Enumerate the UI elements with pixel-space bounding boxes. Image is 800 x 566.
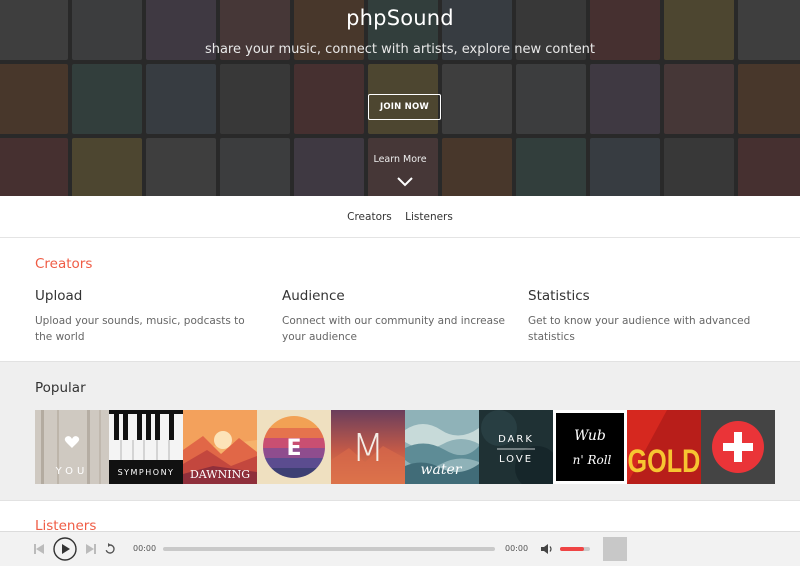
track-art-text: Wub (574, 428, 606, 444)
audio-player: 00:00 00:00 (0, 531, 800, 566)
popular-heading: Popular (35, 380, 86, 396)
learn-more-link[interactable]: Learn More (0, 154, 800, 165)
track-tile[interactable]: Wub n' Roll (553, 410, 627, 484)
site-title: phpSound (346, 6, 454, 30)
join-now-button[interactable]: JOIN NOW (368, 94, 441, 120)
previous-icon[interactable] (34, 544, 44, 554)
track-art-text: DARK (498, 434, 534, 445)
track-art-text: SYMPHONY (118, 468, 175, 477)
track-tile[interactable]: water (405, 410, 479, 484)
feature-description: Connect with our community and increase … (282, 315, 505, 343)
feature-title: Upload (35, 288, 83, 304)
track-tile[interactable]: M (331, 410, 405, 484)
feature-title: Statistics (528, 288, 590, 304)
feature-statistics: Statistics Get to know your audience wit… (528, 288, 758, 345)
repeat-icon[interactable] (104, 543, 116, 555)
volume-icon[interactable] (541, 543, 553, 555)
track-art-text: E (286, 436, 301, 461)
nav-creators-link[interactable]: Creators (347, 196, 392, 238)
current-time: 00:00 (133, 544, 157, 553)
popular-section: Popular YOU SYMPHONY DAWNING E M water D… (0, 361, 800, 501)
volume-slider[interactable] (560, 547, 590, 551)
feature-description: Get to know your audience with advanced … (528, 315, 751, 343)
track-tile[interactable]: DARK LOVE (479, 410, 553, 484)
track-art-text: water (421, 462, 463, 478)
seek-bar[interactable] (163, 547, 495, 551)
track-art-text2: LOVE (499, 454, 533, 465)
track-art-text: M (352, 426, 385, 470)
nav-listeners-link[interactable]: Listeners (405, 196, 453, 238)
hero-banner: phpSound share your music, connect with … (0, 0, 800, 196)
feature-upload: Upload Upload your sounds, music, podcas… (35, 288, 265, 345)
feature-description: Upload your sounds, music, podcasts to t… (35, 315, 245, 343)
play-button[interactable] (53, 537, 77, 561)
track-art-text: YOU (55, 466, 89, 477)
next-icon[interactable] (86, 544, 96, 554)
creators-heading: Creators (35, 256, 93, 272)
feature-audience: Audience Connect with our community and … (282, 288, 512, 345)
track-art-text2: n' Roll (573, 453, 612, 467)
track-art-text: DAWNING (190, 468, 250, 481)
site-tagline: share your music, connect with artists, … (204, 42, 596, 57)
feature-title: Audience (282, 288, 345, 304)
track-tile[interactable]: E (257, 410, 331, 484)
track-art-text: GOLD (628, 444, 701, 480)
chevron-down-icon[interactable] (396, 176, 414, 188)
track-tile[interactable]: GOLD (627, 410, 701, 484)
track-tile[interactable]: YOU (35, 410, 109, 484)
section-nav: Creators Listeners (0, 196, 800, 238)
popular-tracks: YOU SYMPHONY DAWNING E M water DARK LOVE… (35, 410, 775, 484)
duration-time: 00:00 (505, 544, 529, 553)
track-tile[interactable]: SYMPHONY (109, 410, 183, 484)
track-tile[interactable] (701, 410, 775, 484)
track-tile[interactable]: DAWNING (183, 410, 257, 484)
volume-level (560, 547, 584, 551)
now-playing-thumbnail[interactable] (603, 537, 627, 561)
